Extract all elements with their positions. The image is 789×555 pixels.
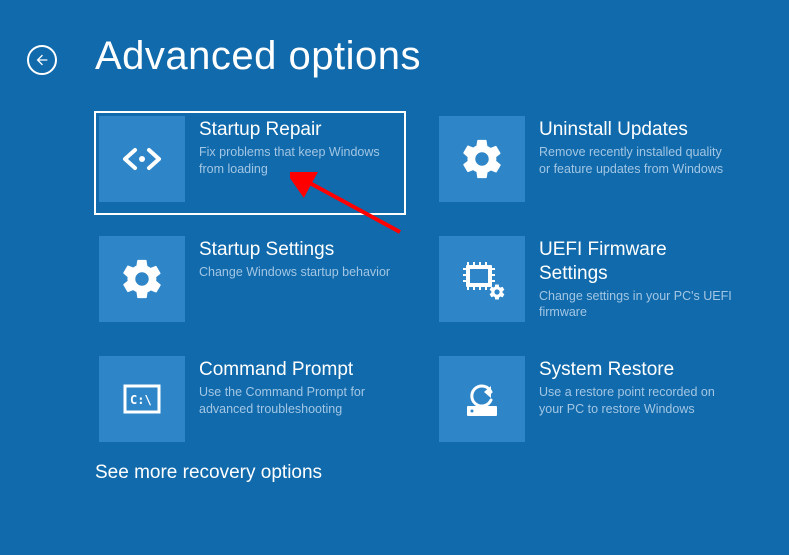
restore-disk-icon (439, 356, 525, 442)
tile-title: Command Prompt (199, 358, 395, 382)
back-button[interactable] (27, 45, 57, 75)
tile-system-restore[interactable]: System Restore Use a restore point recor… (435, 352, 745, 454)
arrow-left-icon (34, 52, 50, 68)
tile-desc: Change Windows startup behavior (199, 264, 390, 281)
tile-title: Startup Settings (199, 238, 390, 262)
tile-title: UEFI Firmware Settings (539, 238, 735, 286)
tile-desc: Change settings in your PC's UEFI firmwa… (539, 288, 735, 322)
tile-uninstall-updates[interactable]: Uninstall Updates Remove recently instal… (435, 112, 745, 214)
options-grid: Startup Repair Fix problems that keep Wi… (95, 112, 745, 454)
tile-desc: Use a restore point recorded on your PC … (539, 384, 735, 418)
tile-title: Startup Repair (199, 118, 395, 142)
tile-desc: Use the Command Prompt for advanced trou… (199, 384, 395, 418)
tile-desc: Remove recently installed quality or fea… (539, 144, 735, 178)
page-title: Advanced options (95, 34, 421, 79)
tile-uefi-firmware-settings[interactable]: UEFI Firmware Settings Change settings i… (435, 232, 745, 334)
tile-title: Uninstall Updates (539, 118, 735, 142)
svg-text:C:\: C:\ (130, 393, 152, 407)
terminal-icon: C:\ (99, 356, 185, 442)
tile-command-prompt[interactable]: C:\ Command Prompt Use the Command Promp… (95, 352, 405, 454)
code-brackets-icon (99, 116, 185, 202)
see-more-recovery-options-link[interactable]: See more recovery options (95, 462, 322, 484)
tile-startup-settings[interactable]: Startup Settings Change Windows startup … (95, 232, 405, 334)
tile-title: System Restore (539, 358, 735, 382)
gear-icon (99, 236, 185, 322)
tile-startup-repair[interactable]: Startup Repair Fix problems that keep Wi… (95, 112, 405, 214)
chip-gear-icon (439, 236, 525, 322)
gear-icon (439, 116, 525, 202)
tile-desc: Fix problems that keep Windows from load… (199, 144, 395, 178)
